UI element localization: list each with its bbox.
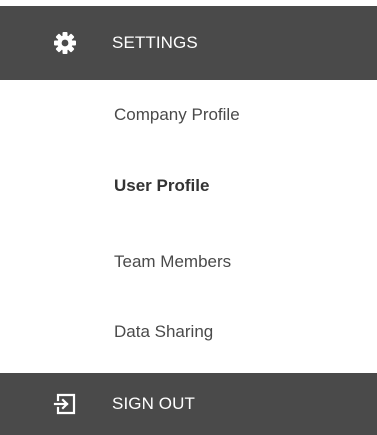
settings-label: SETTINGS <box>112 33 198 52</box>
settings-menu: SETTINGS Company Profile User Profile Te… <box>0 0 377 435</box>
sign-out-label: SIGN OUT <box>112 394 195 413</box>
settings-header[interactable]: SETTINGS <box>0 6 377 80</box>
menu-item-data-sharing[interactable]: Data Sharing <box>114 322 213 342</box>
gear-icon <box>53 31 77 55</box>
sign-out-button[interactable]: SIGN OUT <box>0 373 377 435</box>
sign-out-icon <box>53 392 77 416</box>
menu-item-user-profile[interactable]: User Profile <box>114 176 209 196</box>
menu-item-company-profile[interactable]: Company Profile <box>114 105 240 125</box>
menu-item-team-members[interactable]: Team Members <box>114 252 231 272</box>
